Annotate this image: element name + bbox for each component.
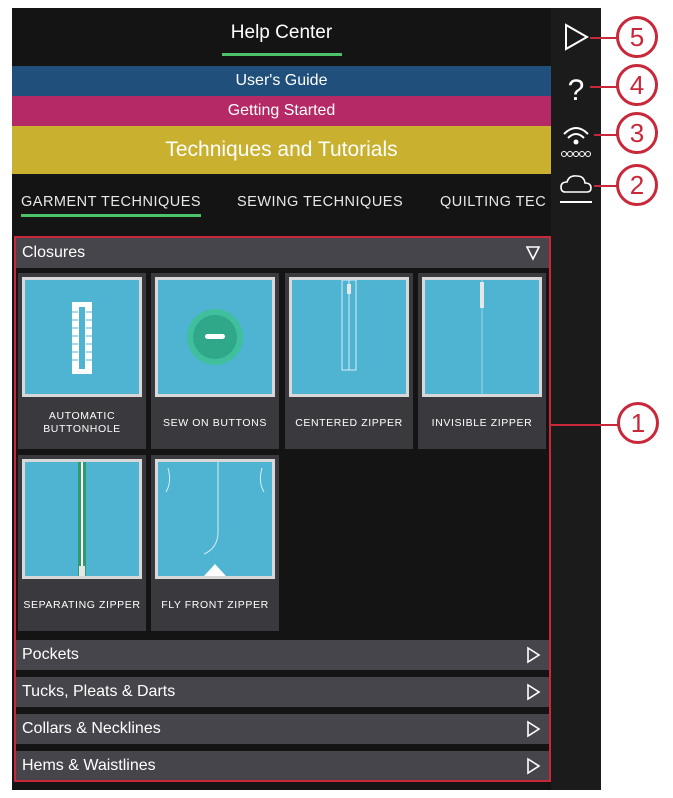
techniques-tutorials-button[interactable]: Techniques and Tutorials xyxy=(12,126,551,174)
active-tab-indicator xyxy=(21,214,201,217)
help-icon[interactable]: ? xyxy=(551,74,601,108)
callout-line xyxy=(594,134,618,136)
wifi-icon[interactable] xyxy=(551,122,601,167)
content-area-highlight xyxy=(14,236,551,782)
cloud-icon[interactable] xyxy=(551,172,601,213)
users-guide-button[interactable]: User's Guide xyxy=(12,66,551,96)
play-icon[interactable] xyxy=(551,22,601,57)
callout-4: 4 xyxy=(616,64,658,106)
tab-garment-techniques[interactable]: GARMENT TECHNIQUES xyxy=(21,194,201,210)
tab-sewing-techniques[interactable]: SEWING TECHNIQUES xyxy=(237,194,403,210)
getting-started-button[interactable]: Getting Started xyxy=(12,96,551,126)
title-underline xyxy=(222,53,342,56)
callout-line xyxy=(590,37,618,39)
callout-1: 1 xyxy=(617,402,659,444)
page-title: Help Center xyxy=(230,22,333,43)
callout-line xyxy=(590,86,618,88)
header: Help Center xyxy=(12,8,551,66)
callout-line xyxy=(594,185,618,187)
tab-quilting-techniques[interactable]: QUILTING TEC xyxy=(440,194,546,210)
callout-5: 5 xyxy=(616,16,658,58)
callout-line xyxy=(551,424,619,426)
tab-bar: GARMENT TECHNIQUES SEWING TECHNIQUES QUI… xyxy=(12,174,551,234)
callout-3: 3 xyxy=(616,112,658,154)
callout-2: 2 xyxy=(616,164,658,206)
icon-rail: ? xyxy=(551,8,601,790)
